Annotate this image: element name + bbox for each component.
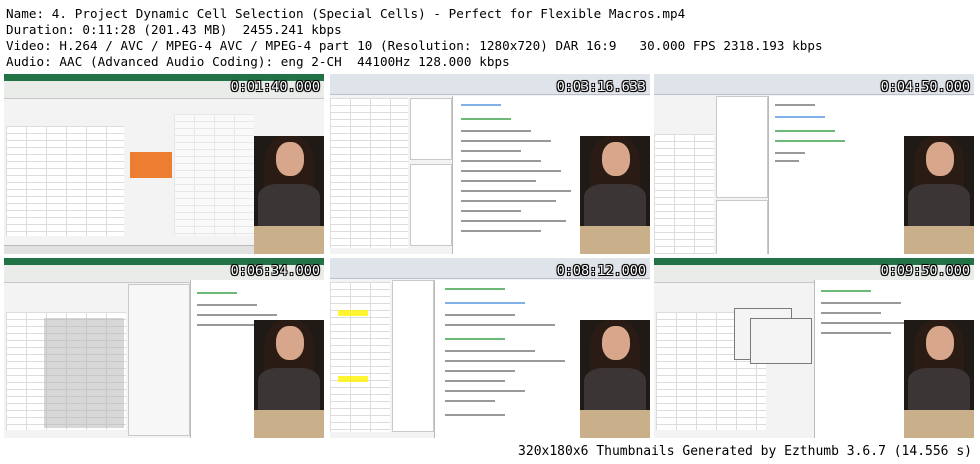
timestamp: 0:01:40.000 [230, 79, 320, 95]
thumbnail-1[interactable]: 0:01:40.000 [4, 74, 324, 254]
timestamp: 0:08:12.000 [556, 263, 646, 279]
thumbnail-3[interactable]: 0:04:50.000 [654, 74, 974, 254]
generator-footer: 320x180x6 Thumbnails Generated by Ezthum… [518, 444, 972, 459]
thumbnail-5[interactable]: 0:08:12.000 [330, 258, 650, 438]
video-info-line: Video: H.264 / AVC / MPEG-4 AVC / MPEG-4… [6, 38, 823, 53]
timestamp: 0:09:50.000 [880, 263, 970, 279]
timestamp: 0:06:34.000 [230, 263, 320, 279]
thumbnail-2[interactable]: 0:03:16.633 [330, 74, 650, 254]
file-name-line: Name: 4. Project Dynamic Cell Selection … [6, 6, 686, 21]
duration-line: Duration: 0:11:28 (201.43 MB) 2455.241 k… [6, 22, 342, 37]
thumbnail-4[interactable]: 0:06:34.000 [4, 258, 324, 438]
audio-info-line: Audio: AAC (Advanced Audio Coding): eng … [6, 54, 510, 69]
timestamp: 0:03:16.633 [556, 79, 646, 95]
timestamp: 0:04:50.000 [880, 79, 970, 95]
thumbnail-6[interactable]: 0:09:50.000 [654, 258, 974, 438]
